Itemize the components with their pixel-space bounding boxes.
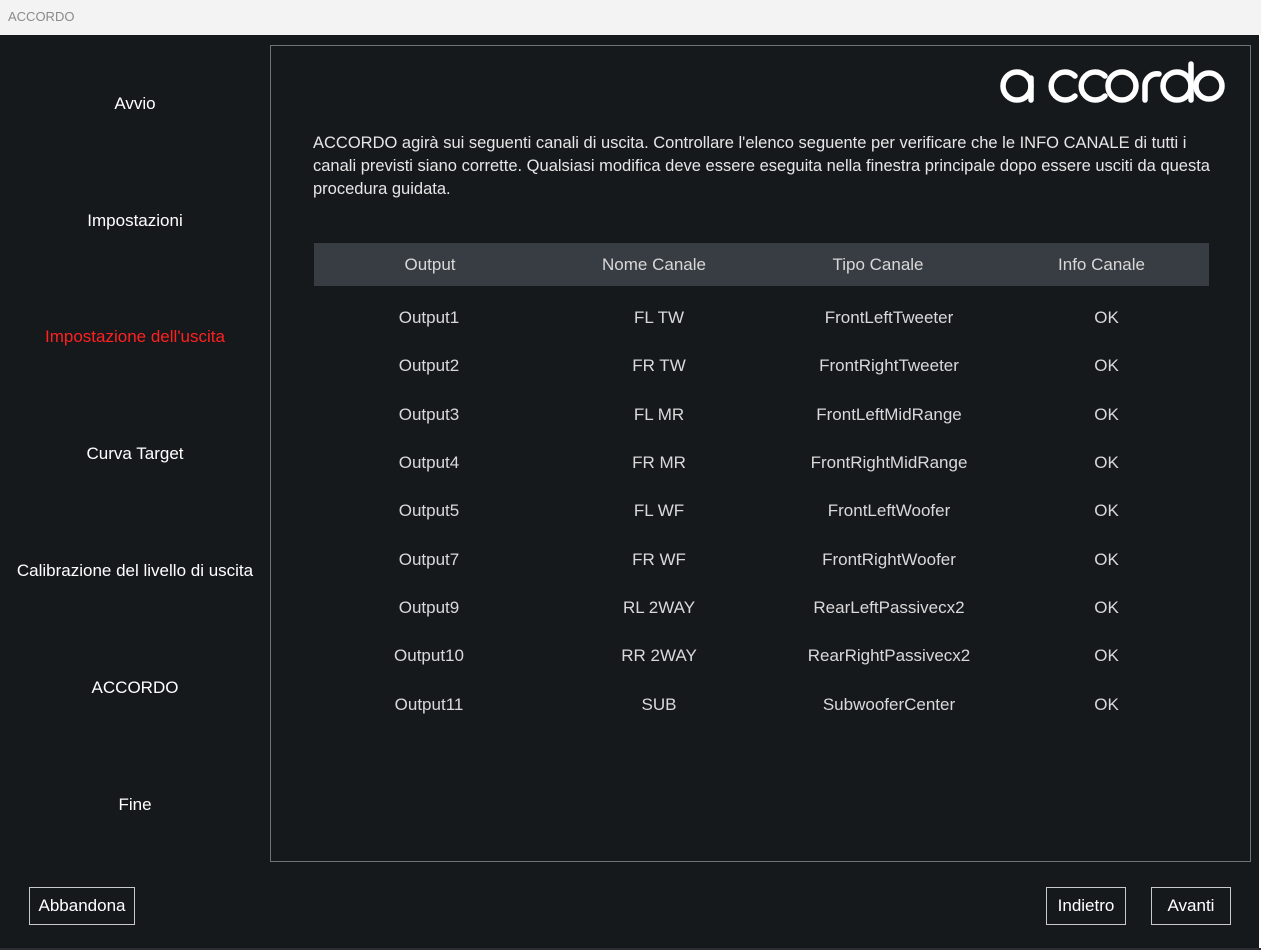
nav-step-accordo[interactable]: ACCORDO — [0, 678, 270, 698]
nav-step-calibrazione[interactable]: Calibrazione del livello di uscita — [0, 561, 270, 581]
table-row: Output9 RL 2WAY RearLeftPassivecx2 OK — [314, 584, 1209, 632]
cell-nome-canale: FR WF — [632, 549, 686, 569]
nav-step-avvio[interactable]: Avvio — [0, 94, 270, 114]
cell-output: Output2 — [398, 356, 460, 376]
table-header: Output Nome Canale Tipo Canale Info Cana… — [314, 243, 1209, 286]
content-panel: ACCORDO agirà sui seguenti canali di usc… — [270, 45, 1251, 862]
cell-nome-canale: FR MR — [632, 453, 686, 473]
next-button[interactable]: Avanti — [1151, 887, 1231, 925]
cell-info-canale: OK — [1094, 549, 1119, 569]
cell-tipo-canale: SubwooferCenter — [822, 694, 956, 714]
header-output: Output — [404, 254, 456, 274]
cell-tipo-canale: FrontLeftTweeter — [824, 308, 954, 328]
nav-step-curva-target[interactable]: Curva Target — [0, 444, 270, 464]
channels-table: Output Nome Canale Tipo Canale Info Cana… — [314, 243, 1209, 729]
cell-output: Output1 — [398, 308, 460, 328]
cell-nome-canale: FR TW — [632, 356, 686, 376]
table-row: Output3 FL MR FrontLeftMidRange OK — [314, 391, 1209, 439]
cell-info-canale: OK — [1094, 356, 1119, 376]
cell-output: Output9 — [398, 597, 460, 617]
table-row: Output11 SUB SubwooferCenter OK — [314, 680, 1209, 728]
window-title-bar: ACCORDO — [0, 0, 1261, 35]
abandon-button[interactable]: Abbandona — [29, 887, 135, 925]
cell-output: Output10 — [394, 646, 464, 666]
cell-info-canale: OK — [1094, 597, 1119, 617]
cell-nome-canale: FL TW — [633, 308, 685, 328]
cell-output: Output5 — [398, 501, 460, 521]
header-nome-canale: Nome Canale — [602, 254, 706, 274]
table-row: Output1 FL TW FrontLeftTweeter OK — [314, 294, 1209, 342]
cell-nome-canale: RL 2WAY — [622, 597, 696, 617]
intro-text: ACCORDO agirà sui seguenti canali di usc… — [313, 134, 1210, 198]
nav-step-fine[interactable]: Fine — [0, 795, 270, 815]
cell-output: Output3 — [398, 404, 460, 424]
cell-nome-canale: RR 2WAY — [621, 646, 697, 666]
cell-info-canale: OK — [1094, 646, 1119, 666]
nav-step-impostazione-uscita[interactable]: Impostazione dell'uscita — [0, 327, 270, 347]
wizard-steps-nav: Avvio Impostazioni Impostazione dell'usc… — [0, 35, 270, 865]
cell-tipo-canale: RearLeftPassivecx2 — [813, 597, 965, 617]
cell-nome-canale: SUB — [641, 694, 677, 714]
table-row: Output10 RR 2WAY RearRightPassivecx2 OK — [314, 632, 1209, 680]
cell-info-canale: OK — [1094, 453, 1119, 473]
back-button[interactable]: Indietro — [1046, 887, 1126, 925]
cell-info-canale: OK — [1094, 501, 1119, 521]
table-row: Output7 FR WF FrontRightWoofer OK — [314, 535, 1209, 583]
cell-nome-canale: FL MR — [633, 404, 685, 424]
cell-info-canale: OK — [1094, 308, 1119, 328]
cell-output: Output7 — [398, 549, 460, 569]
header-info-canale: Info Canale — [1058, 254, 1145, 274]
table-row: Output4 FR MR FrontRightMidRange OK — [314, 439, 1209, 487]
table-body: Output1 FL TW FrontLeftTweeter OK Output… — [314, 286, 1209, 729]
cell-output: Output4 — [398, 453, 460, 473]
cell-output: Output11 — [394, 694, 464, 714]
cell-tipo-canale: FrontRightWoofer — [822, 549, 956, 569]
cell-info-canale: OK — [1094, 694, 1119, 714]
table-row: Output5 FL WF FrontLeftWoofer OK — [314, 487, 1209, 535]
cell-nome-canale: FL WF — [633, 501, 685, 521]
cell-info-canale: OK — [1094, 404, 1119, 424]
table-row: Output2 FR TW FrontRightTweeter OK — [314, 342, 1209, 390]
cell-tipo-canale: FrontLeftWoofer — [827, 501, 951, 521]
cell-tipo-canale: FrontRightTweeter — [819, 356, 959, 376]
cell-tipo-canale: FrontLeftMidRange — [816, 404, 962, 424]
nav-step-impostazioni[interactable]: Impostazioni — [0, 211, 270, 231]
cell-tipo-canale: RearRightPassivecx2 — [807, 646, 971, 666]
window-title: ACCORDO — [8, 9, 75, 24]
accordo-logo — [1000, 61, 1225, 103]
header-tipo-canale: Tipo Canale — [832, 254, 924, 274]
wizard-window: Avvio Impostazioni Impostazione dell'usc… — [0, 35, 1259, 948]
cell-tipo-canale: FrontRightMidRange — [810, 453, 968, 473]
